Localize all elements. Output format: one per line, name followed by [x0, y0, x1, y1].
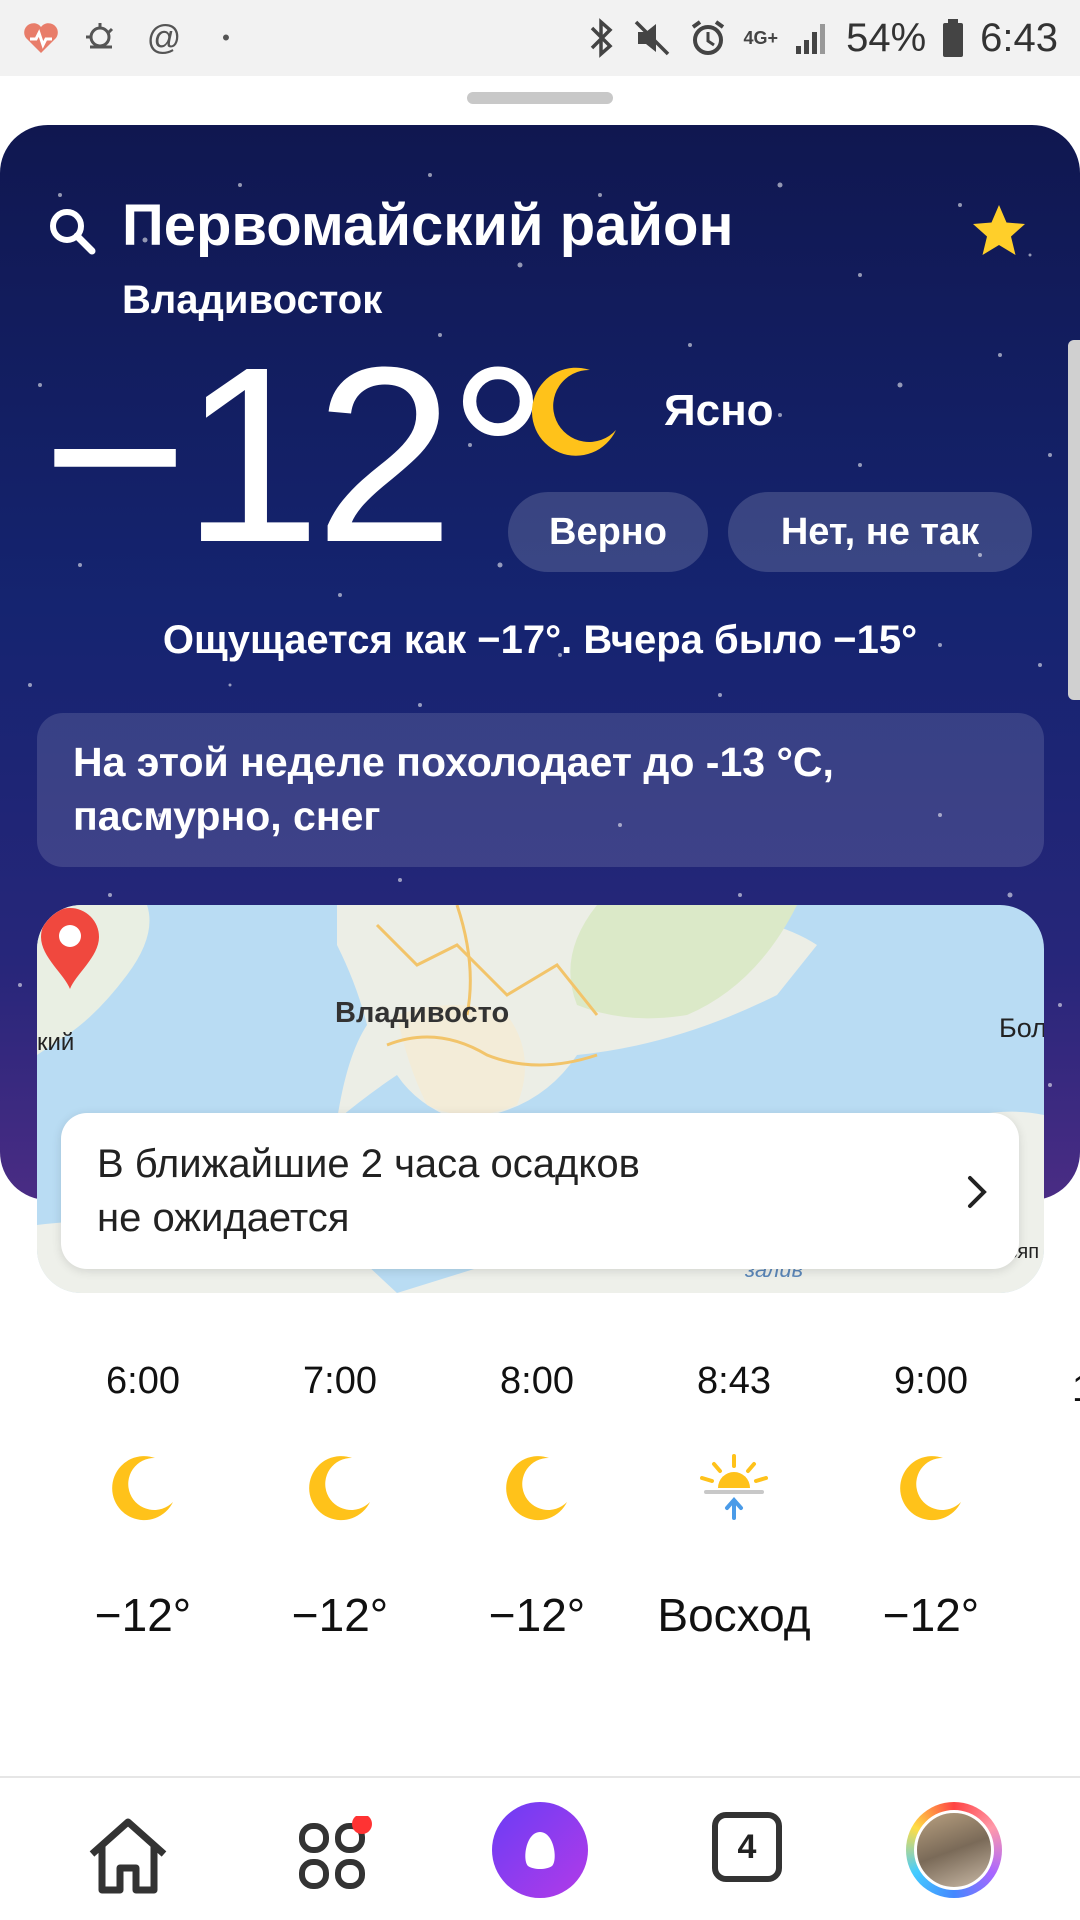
confirm-correct-button[interactable]: Верно	[508, 492, 708, 572]
hour-time: 8:00	[500, 1360, 574, 1402]
at-sign-icon: @	[146, 18, 182, 57]
hour-temperature: −12°	[882, 1589, 980, 1641]
network-type: 4G+	[743, 28, 779, 48]
hourly-item[interactable]: 8:00 −12°	[437, 1360, 637, 1641]
hourly-item[interactable]: 6:00 −12°	[43, 1360, 243, 1641]
alice-icon	[525, 1832, 555, 1869]
notification-dot-icon: •	[222, 25, 230, 50]
hour-temperature: −12°	[94, 1589, 192, 1641]
week-notice-line1: На этой неделе похолодает до -13 °C,	[73, 739, 834, 785]
map-left-label: кий	[37, 1029, 75, 1056]
precip-line2: не ожидается	[97, 1196, 350, 1240]
week-forecast-notice[interactable]: На этой неделе похолодает до -13 °C, пас…	[37, 713, 1044, 867]
hour-temperature: −12°	[291, 1589, 389, 1641]
hour-time: 8:43	[697, 1360, 771, 1402]
health-heart-icon	[24, 23, 58, 53]
sheet-drag-handle[interactable]	[467, 92, 613, 104]
precipitation-card[interactable]: В ближайшие 2 часа осадков не ожидается	[61, 1113, 1019, 1269]
moon-icon	[309, 1456, 370, 1521]
favorite-star-icon[interactable]	[970, 202, 1028, 260]
services-button[interactable]	[284, 1808, 380, 1904]
tabs-button[interactable]: 4	[712, 1812, 782, 1882]
services-grid-icon	[299, 1816, 372, 1889]
weather-cloud-icon	[86, 23, 114, 49]
moon-icon	[506, 1456, 567, 1521]
current-temperature: −12°	[42, 315, 548, 594]
signal-icon	[796, 24, 826, 54]
location-title[interactable]: Первомайский район	[122, 192, 734, 259]
battery-icon	[943, 19, 964, 57]
sunrise-icon	[700, 1454, 768, 1520]
mute-icon	[634, 20, 669, 56]
bottom-navigation: 4	[0, 1776, 1080, 1920]
hour-time: 6:00	[106, 1360, 180, 1402]
avatar-photo	[914, 1810, 994, 1890]
weather-condition: Ясно	[664, 386, 774, 435]
bluetooth-icon	[590, 18, 613, 58]
home-button[interactable]	[80, 1808, 176, 1904]
hour-time: 7:00	[303, 1360, 377, 1402]
chevron-right-icon[interactable]	[962, 1172, 992, 1212]
hourly-item[interactable]: 9:00 −12°	[831, 1360, 1031, 1641]
feels-like-text: Ощущается как −17°. Вчера было −15°	[162, 618, 918, 662]
alice-assistant-button[interactable]	[492, 1802, 588, 1898]
week-notice-line2: пасмурно, снег	[73, 793, 381, 839]
clock: 6:43	[980, 15, 1058, 60]
hour-time: 9:00	[894, 1360, 968, 1402]
sunrise-label: Восход	[657, 1589, 811, 1641]
moon-icon	[531, 367, 616, 456]
hourly-item-partial: 1	[1072, 1368, 1080, 1411]
profile-avatar[interactable]	[906, 1802, 1002, 1898]
hourly-item[interactable]: 8:43 Восход	[634, 1360, 834, 1641]
search-icon[interactable]	[46, 205, 98, 257]
report-incorrect-button[interactable]: Нет, не так	[728, 492, 1032, 572]
precip-line1: В ближайшие 2 часа осадков	[97, 1142, 640, 1186]
alarm-icon	[691, 20, 724, 55]
hour-temperature: −12°	[488, 1589, 586, 1641]
location-pin-icon	[41, 908, 99, 989]
map-city-label: Владивосто	[335, 997, 510, 1029]
moon-icon	[900, 1456, 961, 1521]
home-icon	[89, 1818, 167, 1894]
map-right-label: Бол	[999, 1013, 1044, 1043]
hourly-item[interactable]: 7:00 −12°	[240, 1360, 440, 1641]
battery-percent: 54%	[846, 15, 927, 60]
moon-icon	[112, 1456, 173, 1521]
status-bar: @ • 4G+ 54% 6:43	[0, 0, 1080, 76]
